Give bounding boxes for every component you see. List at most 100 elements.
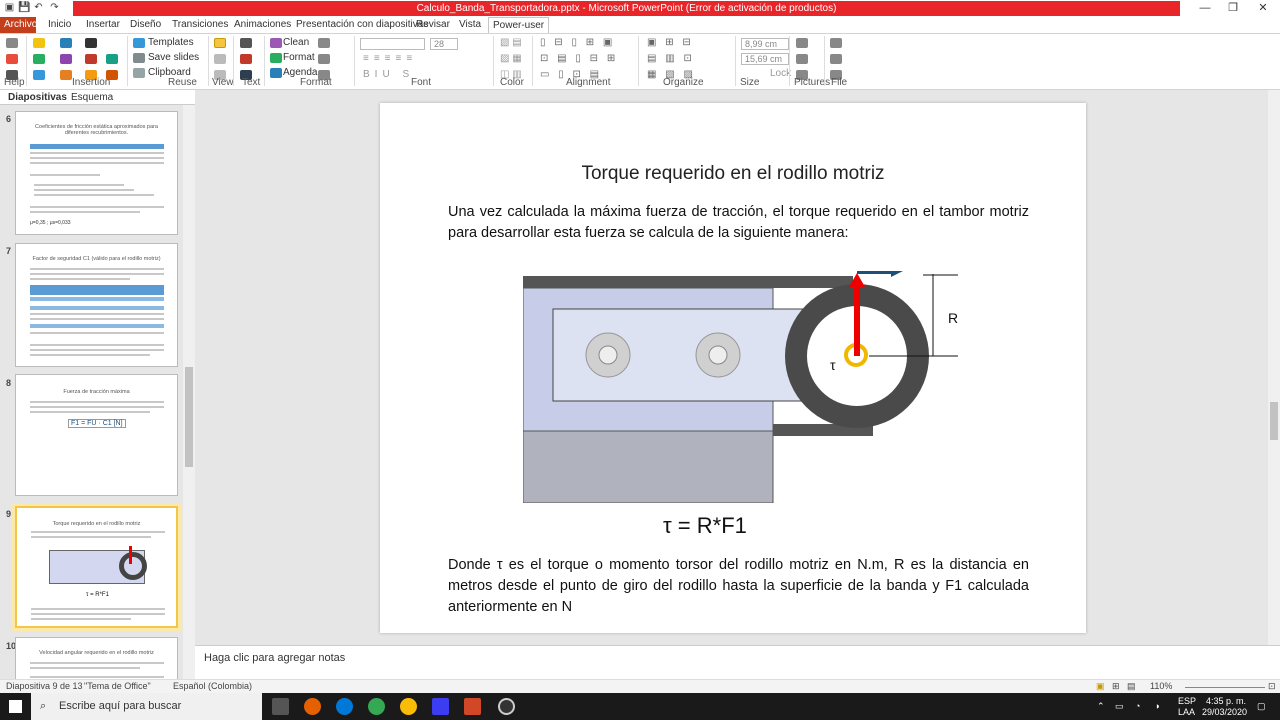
resize-icon[interactable] [796, 54, 808, 64]
torque-formula[interactable]: τ = R*F1 [663, 513, 747, 539]
crop-icon[interactable] [796, 38, 808, 48]
file-icon[interactable] [830, 38, 842, 48]
language-flag-icon[interactable] [240, 54, 252, 64]
isis-icon[interactable] [432, 698, 449, 715]
save-slides-button[interactable]: Save slides [148, 52, 199, 63]
clipboard-icon[interactable] [133, 68, 145, 78]
thumb-slide-7[interactable]: Factor de seguridad C1 (válido para el r… [15, 243, 178, 367]
pen-icon[interactable] [318, 54, 330, 64]
normal-view-icon[interactable] [214, 38, 226, 48]
thumb-slide-10[interactable]: Velocidad angular requerido en el rodill… [15, 637, 178, 679]
chrome-alt-icon[interactable] [400, 698, 417, 715]
search-placeholder[interactable]: Escribe aquí para buscar [59, 700, 181, 712]
slide[interactable]: Torque requerido en el rodillo motriz Un… [380, 103, 1086, 633]
shape-icon[interactable] [33, 38, 45, 48]
maximize-button[interactable]: ❐ [1218, 0, 1248, 17]
clock-time[interactable]: 4:35 p. m. [1206, 696, 1246, 706]
alignment-icons[interactable]: ▯ ⊟ ▯ ⊞ ▣ [540, 37, 615, 48]
width-box[interactable]: 8,99 cm [741, 38, 789, 50]
export-icon[interactable] [830, 54, 842, 64]
clean-icon[interactable] [270, 38, 282, 48]
distribute-icons[interactable]: ⊡ ▤ ▯ ⊟ ⊞ [540, 53, 618, 64]
agenda-icon[interactable] [270, 68, 282, 78]
language-status[interactable]: Español (Colombia) [173, 681, 252, 691]
map-icon[interactable] [60, 54, 72, 64]
settings-icon[interactable] [6, 54, 18, 64]
align-icons[interactable]: ≡≡≡≡≡ [363, 53, 417, 64]
tray-chevron-icon[interactable]: ⌃ [1097, 701, 1105, 712]
app-icon[interactable] [498, 698, 515, 715]
templates-button[interactable]: Templates [148, 37, 194, 48]
tab-insertar[interactable]: Insertar [82, 17, 124, 33]
scrollbar-thumb[interactable] [1270, 402, 1278, 440]
notes-pane[interactable]: Haga clic para agregar notas [195, 645, 1280, 679]
roller-diagram[interactable]: F 1 R τ [523, 271, 960, 503]
input-layout[interactable]: LAA [1178, 707, 1195, 717]
link-icon[interactable] [106, 54, 118, 64]
symbol-icon[interactable] [85, 38, 97, 48]
brush-icon[interactable] [318, 38, 330, 48]
input-language[interactable]: ESP [1178, 696, 1196, 706]
format-button[interactable]: Format [283, 52, 315, 63]
tab-power-user[interactable]: Power-user [488, 17, 550, 33]
clock-date[interactable]: 29/03/2020 [1202, 707, 1247, 717]
clean-button[interactable]: Clean [283, 37, 309, 48]
edge-icon[interactable] [336, 698, 353, 715]
font-size-box[interactable]: 28 [430, 38, 458, 50]
close-button[interactable]: ✕ [1248, 0, 1278, 17]
scrollbar-thumb[interactable] [185, 367, 193, 467]
font-name-box[interactable] [360, 38, 425, 50]
zoom-level[interactable]: 110% [1150, 681, 1172, 691]
redo-icon[interactable]: ↷ [49, 2, 60, 13]
slide-thumbnails[interactable]: 6 Coeficientes de fricción estática apro… [0, 105, 183, 679]
tab-archivo[interactable]: Archivo [0, 17, 37, 33]
windows-start-icon[interactable] [9, 700, 22, 713]
thumb-slide-6[interactable]: Coeficientes de fricción estática aproxi… [15, 111, 178, 235]
picture-icon[interactable] [33, 70, 45, 80]
fit-slide-icon[interactable]: ⊡ [1268, 681, 1276, 692]
stamp-icon[interactable] [85, 54, 97, 64]
group-icons[interactable]: ▤ ▥ ⊡ [647, 53, 695, 64]
save-icon[interactable]: 💾 [18, 2, 30, 13]
zoom-slider[interactable] [1185, 687, 1265, 688]
tab-inicio[interactable]: Inicio [44, 17, 75, 33]
tab-animaciones[interactable]: Animaciones [230, 17, 295, 33]
font-format-icons[interactable]: BIU S [363, 69, 414, 80]
firefox-icon[interactable] [304, 698, 321, 715]
reading-view-icon[interactable]: ▤ [1127, 681, 1136, 692]
save-slides-icon[interactable] [133, 53, 145, 63]
volume-icon[interactable]: ◗ [1155, 701, 1160, 711]
table-icon[interactable] [60, 38, 72, 48]
network-icon[interactable]: ◔ [1135, 701, 1140, 711]
theme-name[interactable]: "Tema de Office" [84, 681, 151, 691]
slide-paragraph-1[interactable]: Una vez calculada la máxima fuerza de tr… [448, 202, 1029, 244]
color-line-icon[interactable]: ▨ ▦ [500, 53, 522, 64]
text-icon[interactable] [240, 38, 252, 48]
undo-icon[interactable]: ↶ [33, 2, 44, 13]
tab-esquema[interactable]: Esquema [71, 92, 113, 103]
powerpoint-icon[interactable] [464, 698, 481, 715]
height-box[interactable]: 15,69 cm [741, 53, 789, 65]
color-fill-icon[interactable]: ▧ ▤ [500, 37, 522, 48]
normal-view-icon[interactable]: ▣ [1096, 681, 1105, 692]
tab-vista[interactable]: Vista [455, 17, 485, 33]
slide-scrollbar[interactable] [1268, 90, 1280, 645]
slide-title[interactable]: Torque requerido en el rodillo motriz [380, 163, 1086, 185]
tab-revisar[interactable]: Revisar [412, 17, 454, 33]
thumb-slide-8[interactable]: Fuerza de tracción máxima F1 = FU · C1 [… [15, 374, 178, 496]
tab-diseno[interactable]: Diseño [126, 17, 165, 33]
chrome-icon[interactable] [368, 698, 385, 715]
flag-icon[interactable] [60, 70, 72, 80]
lock-toggle[interactable]: Lock [770, 68, 791, 79]
slide-paragraph-2[interactable]: Donde τ es el torque o momento torsor de… [448, 555, 1029, 618]
sorter-view-icon[interactable]: ⊞ [1112, 681, 1120, 692]
tab-diapositivas[interactable]: Diapositivas [8, 92, 67, 103]
chart-icon[interactable] [33, 54, 45, 64]
notifications-icon[interactable]: ▢ [1257, 701, 1266, 712]
minimize-button[interactable]: — [1190, 0, 1220, 17]
thumb-slide-9[interactable]: Torque requerido en el rodillo motriz τ … [12, 503, 181, 631]
sorter-view-icon[interactable] [214, 54, 226, 64]
notes-placeholder[interactable]: Haga clic para agregar notas [204, 652, 345, 664]
organize-icons[interactable]: ▣ ⊞ ⊟ [647, 37, 694, 48]
templates-icon[interactable] [133, 38, 145, 48]
